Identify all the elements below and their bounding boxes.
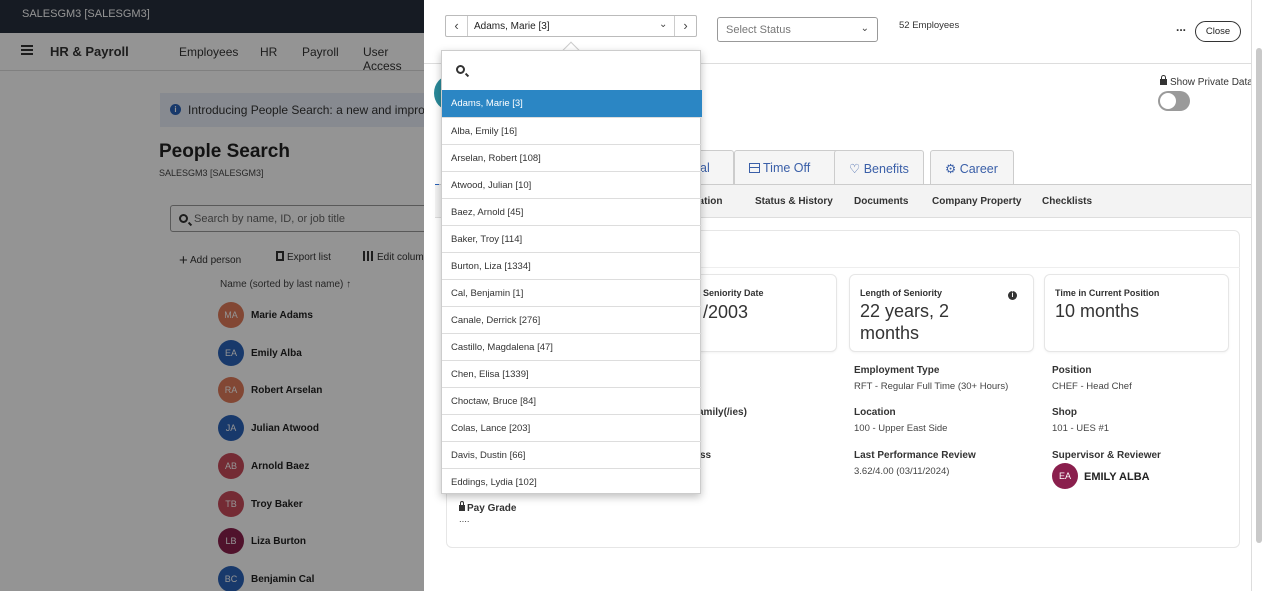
status-placeholder: Select Status <box>726 24 791 36</box>
employee-count: 52 Employees <box>899 20 960 31</box>
length-of-seniority-card: Length of Seniority i 22 years, 2 months <box>849 274 1034 352</box>
dropdown-option[interactable]: Baez, Arnold [45] <box>442 198 702 225</box>
dropdown-option[interactable]: Choctaw, Bruce [84] <box>442 387 702 414</box>
dropdown-option[interactable]: Baker, Troy [114] <box>442 225 702 252</box>
status-select[interactable]: Select Status ⌄ <box>717 17 878 42</box>
supervisor-avatar: EA <box>1052 463 1078 489</box>
tab-career-label: Career <box>959 162 998 176</box>
info-icon[interactable]: i <box>1008 291 1017 300</box>
time-in-position-card: Time in Current Position 10 months <box>1044 274 1229 352</box>
tab-time-off-label: Time Off <box>763 161 811 175</box>
tab-benefits-label: Benefits <box>863 162 909 176</box>
dropdown-option[interactable]: Davis, Dustin [66] <box>442 441 702 468</box>
tab-time-off[interactable]: Time Off <box>734 150 840 184</box>
private-data-text: Show Private Data <box>1170 77 1253 88</box>
next-employee-button[interactable]: › <box>674 16 696 36</box>
subnav-documents[interactable]: Documents <box>854 196 908 207</box>
employee-selector-value: Adams, Marie [3] <box>474 21 550 32</box>
employee-selector[interactable]: ‹ Adams, Marie [3] ⌄ › <box>445 15 697 37</box>
tab-benefits[interactable]: ♡ Benefits <box>834 150 924 184</box>
time-in-position-value: 10 months <box>1055 301 1140 321</box>
dropdown-option[interactable]: Eddings, Lydia [102] <box>442 468 702 495</box>
employment-type-label: Employment Type <box>854 365 940 376</box>
dropdown-option[interactable]: Castillo, Magdalena [47] <box>442 333 702 360</box>
location-value: 100 - Upper East Side <box>854 423 948 434</box>
pay-grade-text: Pay Grade <box>467 503 517 514</box>
dropdown-option[interactable]: Burton, Liza [1334] <box>442 252 702 279</box>
dropdown-option[interactable]: Cal, Benjamin [1] <box>442 279 702 306</box>
search-icon <box>456 65 465 74</box>
time-in-position-label: Time in Current Position <box>1055 288 1160 298</box>
performance-review-label: Last Performance Review <box>854 450 976 461</box>
dropdown-option[interactable]: Atwood, Julian [10] <box>442 171 702 198</box>
supervisor-label: Supervisor & Reviewer <box>1052 450 1161 461</box>
dropdown-search-input[interactable] <box>442 51 700 90</box>
lock-icon <box>1160 75 1167 85</box>
seniority-date-label: Seniority Date <box>703 288 764 298</box>
family-label: amily(/ies) <box>698 407 747 418</box>
show-private-data-label: Show Private Data <box>1160 75 1253 88</box>
shop-label: Shop <box>1052 407 1077 418</box>
position-value: CHEF - Head Chef <box>1052 381 1132 392</box>
dropdown-option[interactable]: Adams, Marie [3] <box>442 90 702 117</box>
subnav-company-property[interactable]: Company Property <box>932 196 1021 207</box>
career-icon: ⚙ <box>945 162 957 176</box>
more-options-button[interactable]: ... <box>1176 20 1186 34</box>
length-of-seniority-value: 22 years, 2 months <box>860 301 950 343</box>
chevron-down-icon: ⌄ <box>860 23 869 34</box>
position-label: Position <box>1052 365 1092 376</box>
background-app: SALESGM3 [SALESGM3] HR & Payroll Employe… <box>0 0 424 591</box>
seniority-date-value: /2003 <box>703 302 749 322</box>
pay-grade-value: .... <box>459 514 470 525</box>
chevron-down-icon: ⌄ <box>659 19 668 30</box>
scrollbar-thumb[interactable] <box>1256 48 1262 543</box>
tab-career[interactable]: ⚙ Career <box>930 150 1014 184</box>
dropdown-option[interactable]: Colas, Lance [203] <box>442 414 702 441</box>
previous-employee-button[interactable]: ‹ <box>446 16 468 36</box>
shop-value: 101 - UES #1 <box>1052 423 1110 434</box>
subnav-checklists[interactable]: Checklists <box>1042 196 1092 207</box>
supervisor-name[interactable]: EMILY ALBA <box>1084 471 1150 483</box>
location-label: Location <box>854 407 896 418</box>
employment-type-value: RFT - Regular Full Time (30+ Hours) <box>854 381 1009 392</box>
dropdown-option[interactable]: Canale, Derrick [276] <box>442 306 702 333</box>
close-button[interactable]: Close <box>1195 21 1241 42</box>
lock-icon <box>459 501 465 511</box>
toggle-knob <box>1160 93 1176 109</box>
subnav-status-history[interactable]: Status & History <box>755 196 833 207</box>
private-data-toggle[interactable] <box>1158 91 1190 111</box>
panel-scrollbar[interactable] <box>1251 0 1267 591</box>
length-of-seniority-label: Length of Seniority <box>860 288 942 298</box>
performance-review-value: 3.62/4.00 (03/11/2024) <box>854 466 950 477</box>
dropdown-option[interactable]: Chen, Elisa [1339] <box>442 360 702 387</box>
dropdown-option[interactable]: Arselan, Robert [108] <box>442 144 702 171</box>
dropdown-option[interactable]: Alba, Emily [16] <box>442 117 702 144</box>
calendar-icon <box>749 163 760 173</box>
pay-grade-label: Pay Grade <box>459 501 517 514</box>
modal-overlay[interactable] <box>0 0 424 591</box>
employee-dropdown: Adams, Marie [3] Alba, Emily [16] Arselan,… <box>441 50 702 495</box>
heart-icon: ♡ <box>849 162 861 176</box>
